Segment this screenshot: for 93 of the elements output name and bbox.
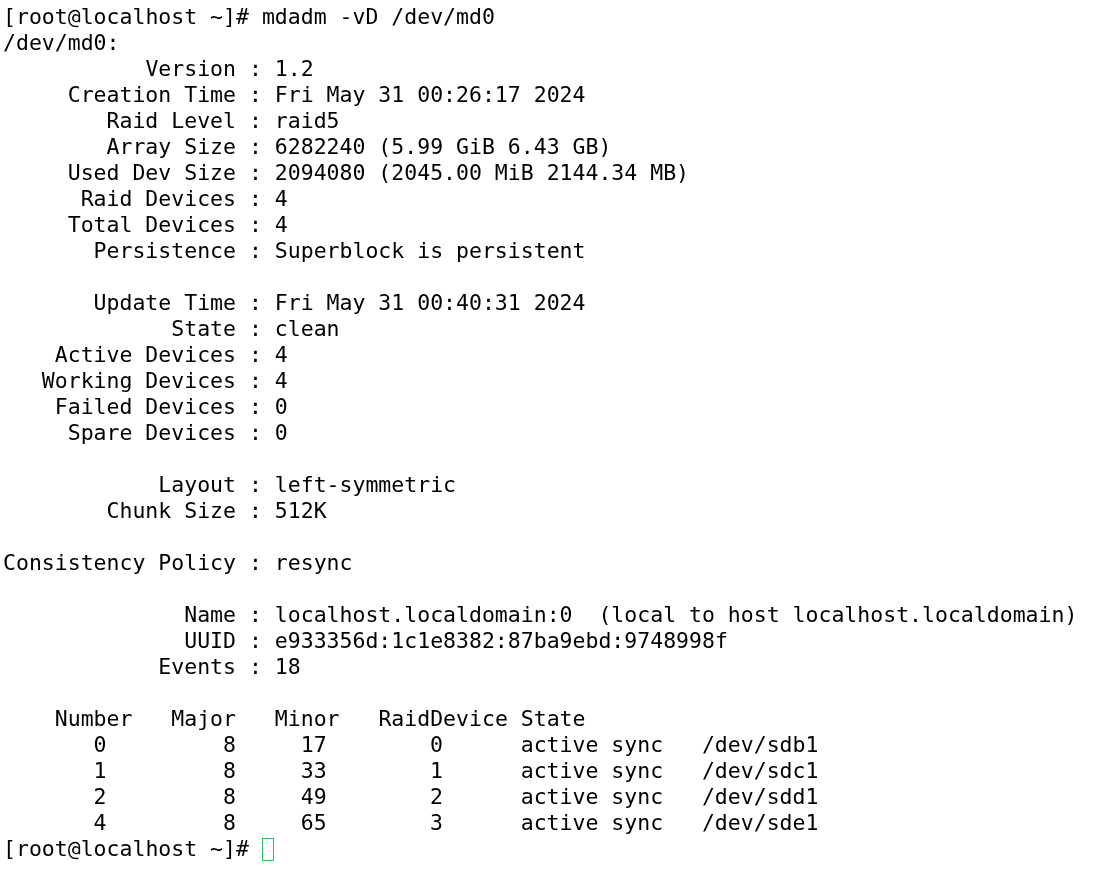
table-cell-text: 8: [222, 810, 236, 836]
table-cell: /dev/sdc1: [701, 758, 819, 784]
field-separator: :: [248, 160, 262, 186]
column-header: State: [520, 706, 586, 732]
table-cell-text: active sync: [520, 810, 665, 836]
table-cell-text: 0: [92, 732, 107, 758]
table-cell-text: 3: [429, 810, 444, 836]
field-label: Version: [144, 56, 236, 82]
table-cell-text: 2: [429, 784, 444, 810]
table-cell: /dev/sdd1: [701, 784, 819, 810]
field-separator: :: [248, 342, 262, 368]
field-value: clean: [274, 316, 340, 342]
field-label: Consistency Policy: [3, 550, 236, 576]
field-separator: :: [248, 316, 262, 342]
table-cell: /dev/sde1: [701, 810, 819, 836]
field-value: 18: [274, 654, 301, 680]
field-label: Chunk Size: [105, 498, 236, 524]
device-heading: /dev/md0:: [3, 30, 120, 56]
field-label: Persistence: [92, 238, 236, 264]
field-label: Array Size: [105, 134, 236, 160]
field-separator: :: [248, 134, 262, 160]
field-value: 512K: [274, 498, 327, 524]
field-separator: :: [248, 238, 262, 264]
table-cell-text: 17: [299, 732, 327, 758]
field-value: localhost.localdomain:0 (local to host localhost.localdomain): [274, 602, 1078, 628]
field-separator: :: [248, 56, 262, 82]
field-separator: :: [248, 628, 262, 654]
table-cell-text: active sync: [520, 758, 665, 784]
field-separator: :: [248, 550, 262, 576]
table-cell-text: 4: [92, 810, 107, 836]
field-value: 0: [274, 394, 288, 420]
field-separator: :: [248, 420, 262, 446]
field-value: Superblock is persistent: [274, 238, 586, 264]
table-cell-text: 65: [299, 810, 327, 836]
table-cell-text: 0: [429, 732, 444, 758]
field-separator: :: [248, 290, 262, 316]
field-label: Update Time: [92, 290, 236, 316]
field-separator: :: [248, 654, 262, 680]
field-label: Spare Devices: [66, 420, 236, 446]
field-label: State: [170, 316, 236, 342]
field-label: Creation Time: [66, 82, 236, 108]
field-label: Active Devices: [53, 342, 236, 368]
column-header: Number: [54, 706, 133, 732]
table-cell-text: active sync: [520, 732, 665, 758]
field-value: 4: [274, 186, 288, 212]
command-line: [root@localhost ~]# mdadm -vD /dev/md0: [3, 4, 495, 30]
table-cell-text: 8: [222, 758, 236, 784]
field-label: UUID: [183, 628, 236, 654]
column-header: Minor: [274, 706, 340, 732]
table-cell-text: 1: [92, 758, 107, 784]
field-separator: :: [248, 186, 262, 212]
field-label: Layout: [157, 472, 236, 498]
field-value: 4: [274, 212, 288, 238]
field-separator: :: [248, 368, 262, 394]
field-value: resync: [274, 550, 353, 576]
field-value: raid5: [274, 108, 340, 134]
field-separator: :: [248, 108, 262, 134]
field-separator: :: [248, 82, 262, 108]
table-cell-text: 8: [222, 732, 236, 758]
field-label: Total Devices: [66, 212, 236, 238]
field-separator: :: [248, 212, 262, 238]
shell-prompt: [root@localhost ~]#: [3, 836, 249, 862]
field-label: Name: [183, 602, 236, 628]
table-cell-text: 8: [222, 784, 236, 810]
column-header: RaidDevice: [378, 706, 508, 732]
field-value: 6282240 (5.99 GiB 6.43 GB): [274, 134, 612, 160]
field-separator: :: [248, 498, 262, 524]
field-value: 2094080 (2045.00 MiB 2144.34 MB): [274, 160, 690, 186]
field-value: e933356d:1c1e8382:87ba9ebd:9748998f: [274, 628, 728, 654]
field-value: 0: [274, 420, 288, 446]
text-cursor: [261, 837, 274, 861]
table-cell-text: 2: [92, 784, 107, 810]
field-separator: :: [248, 472, 262, 498]
table-cell-text: 49: [299, 784, 327, 810]
field-label: Failed Devices: [53, 394, 236, 420]
field-label: Used Dev Size: [66, 160, 236, 186]
field-value: left-symmetric: [274, 472, 457, 498]
field-label: Events: [157, 654, 236, 680]
field-label: Working Devices: [40, 368, 236, 394]
table-cell-text: 1: [429, 758, 444, 784]
field-label: Raid Devices: [79, 186, 236, 212]
field-value: Fri May 31 00:40:31 2024: [274, 290, 586, 316]
field-value: 4: [274, 342, 288, 368]
table-cell: /dev/sdb1: [701, 732, 819, 758]
field-separator: :: [248, 394, 262, 420]
field-separator: :: [248, 602, 262, 628]
table-cell-text: active sync: [520, 784, 665, 810]
field-value: Fri May 31 00:26:17 2024: [274, 82, 586, 108]
field-value: 1.2: [274, 56, 314, 82]
field-value: 4: [274, 368, 288, 394]
table-cell-text: 33: [299, 758, 327, 784]
field-label: Raid Level: [105, 108, 236, 134]
column-header: Major: [171, 706, 236, 732]
